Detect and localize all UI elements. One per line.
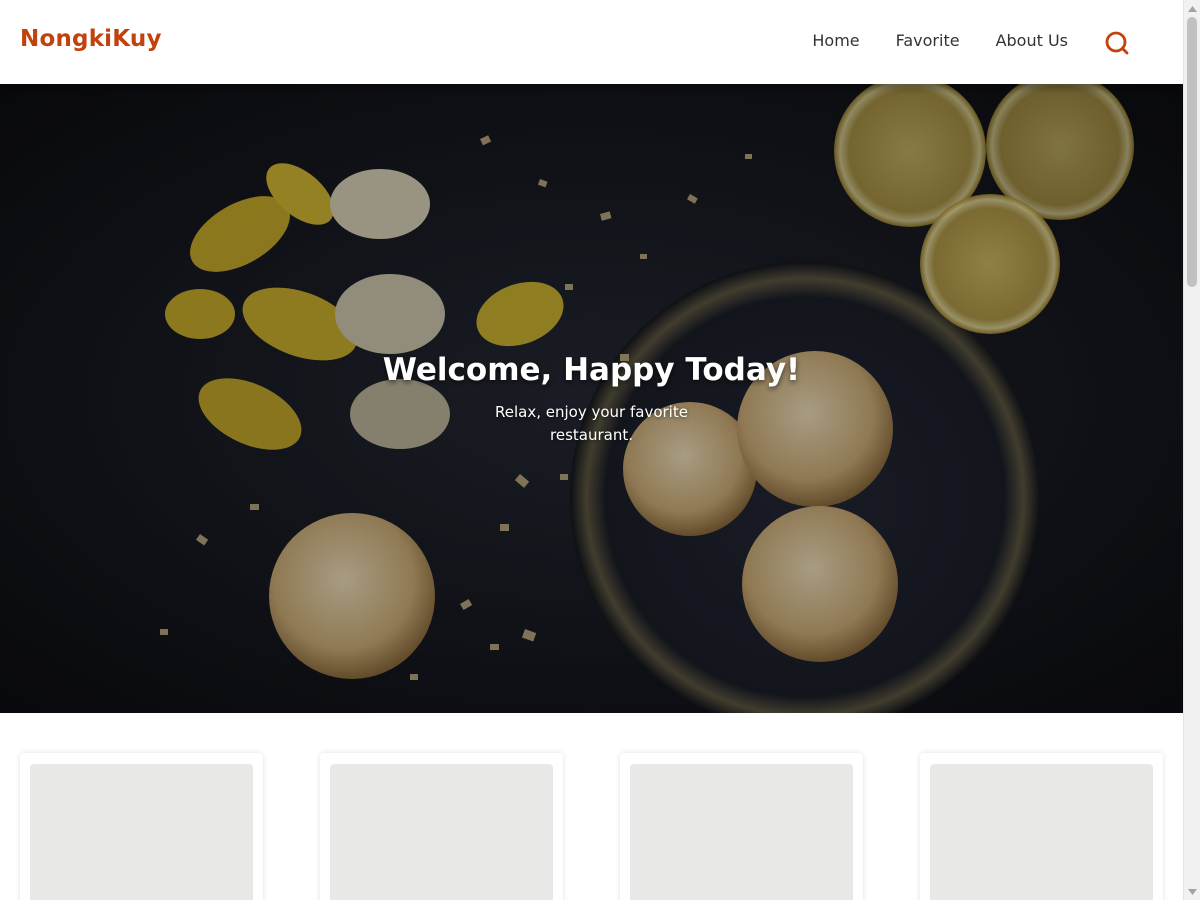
hero-section: Welcome, Happy Today! Relax, enjoy your … [0, 84, 1183, 713]
search-icon [1105, 31, 1129, 55]
brand-logo[interactable]: NongkiKuy [20, 26, 162, 52]
restaurant-card[interactable] [320, 753, 563, 900]
app-header: NongkiKuy Home Favorite About Us [0, 0, 1183, 84]
restaurant-image-placeholder [330, 764, 553, 900]
scroll-up-arrow-icon[interactable] [1184, 0, 1200, 17]
hero-background-image [0, 84, 1183, 713]
page: NongkiKuy Home Favorite About Us Welcome… [0, 0, 1183, 900]
nav-about-us-link[interactable]: About Us [996, 31, 1068, 50]
page-scrollbar[interactable] [1183, 0, 1200, 900]
main-nav: Home Favorite About Us [812, 31, 1068, 50]
restaurant-image-placeholder [630, 764, 853, 900]
nav-home-link[interactable]: Home [812, 31, 859, 50]
scrollbar-thumb[interactable] [1187, 17, 1197, 287]
search-button[interactable] [1101, 27, 1133, 59]
nav-favorite-link[interactable]: Favorite [896, 31, 960, 50]
hero-subtitle: Relax, enjoy your favorite restaurant. [495, 403, 688, 444]
restaurant-card[interactable] [620, 753, 863, 900]
restaurant-card[interactable] [920, 753, 1163, 900]
scroll-down-arrow-icon[interactable] [1184, 883, 1200, 900]
restaurant-image-placeholder [930, 764, 1153, 900]
restaurant-card[interactable] [20, 753, 263, 900]
hero-title: Welcome, Happy Today! [382, 352, 801, 388]
restaurant-image-placeholder [30, 764, 253, 900]
